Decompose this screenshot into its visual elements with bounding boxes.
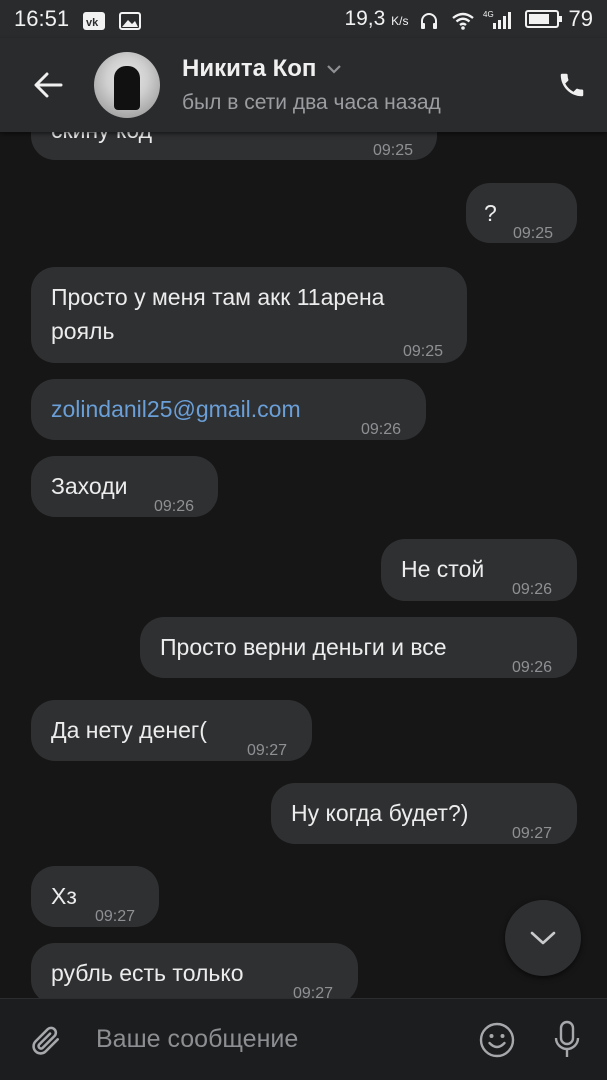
phone-icon <box>560 73 584 97</box>
message-text: Ну когда будет?) <box>291 800 469 826</box>
message-time: 09:27 <box>293 985 334 998</box>
svg-text:4G: 4G <box>483 10 494 19</box>
message-text: ? <box>484 200 497 226</box>
message-composer <box>0 998 607 1080</box>
message-incoming[interactable]: Да нету денег( 09:27 <box>31 700 312 761</box>
gallery-icon <box>119 10 142 30</box>
message-text: рубль есть только <box>51 960 244 986</box>
battery-fill <box>528 14 550 24</box>
message-time: 09:25 <box>373 142 414 159</box>
message-text: скину код <box>51 132 152 147</box>
message-text: Заходи <box>51 473 128 499</box>
chat-header: Никита Коп был в сети два часа назад <box>0 38 607 132</box>
message-incoming[interactable]: zolindanil25@gmail.com 09:26 <box>31 379 426 440</box>
wifi-icon <box>451 10 474 30</box>
contact-name: Никита Коп <box>182 55 317 82</box>
contact-title[interactable]: Никита Коп был в сети два часа назад <box>182 55 441 115</box>
smiley-icon <box>479 1022 515 1057</box>
voice-message-button[interactable] <box>527 999 607 1080</box>
message-outgoing[interactable]: Просто верни деньги и все 09:26 <box>140 617 577 678</box>
microphone-icon <box>554 1020 580 1057</box>
arrow-left-icon <box>34 72 63 98</box>
battery-icon <box>524 10 562 28</box>
message-time: 09:26 <box>361 421 402 438</box>
message-incoming[interactable]: Хз 09:27 <box>31 866 159 927</box>
message-incoming[interactable]: Просто у меня там акк 11арена рояль 09:2… <box>31 267 467 363</box>
message-time: 09:27 <box>247 742 288 759</box>
chevron-down-icon <box>530 931 556 945</box>
email-link[interactable]: zolindanil25@gmail.com <box>51 393 301 426</box>
message-incoming[interactable]: скину код 09:25 <box>31 132 437 160</box>
message-outgoing[interactable]: Не стой 09:26 <box>381 539 577 601</box>
chevron-down-icon <box>327 65 342 74</box>
headset-icon <box>419 10 441 29</box>
attach-button[interactable] <box>0 999 90 1080</box>
message-incoming[interactable]: Заходи 09:26 <box>31 456 218 517</box>
message-time: 09:27 <box>512 825 553 842</box>
message-text: Хз <box>51 883 77 909</box>
message-time: 09:26 <box>154 498 195 515</box>
message-text: Да нету денег( <box>51 717 207 743</box>
message-time: 09:25 <box>513 225 554 242</box>
message-list[interactable]: скину код 09:25 ? 09:25 Просто у меня та… <box>0 132 607 998</box>
message-time: 09:26 <box>512 581 553 598</box>
message-input[interactable] <box>96 1025 467 1054</box>
vk-icon: vk <box>83 10 106 30</box>
message-text: Не стой <box>401 556 485 582</box>
status-time: 16:51 <box>14 6 70 31</box>
battery-level: 79 <box>568 6 593 31</box>
message-outgoing[interactable]: ? 09:25 <box>466 183 577 243</box>
message-time: 09:27 <box>95 908 136 925</box>
status-bar: 16:51 vk 19,3 K/s 4G 79 <box>0 0 607 38</box>
emoji-button[interactable] <box>467 999 527 1080</box>
network-speed: 19,3 K/s <box>344 7 409 30</box>
message-text: рояль <box>51 318 115 344</box>
message-incoming[interactable]: рубль есть только 09:27 <box>31 943 358 998</box>
message-time: 09:26 <box>512 659 553 676</box>
message-text: Просто верни деньги и все <box>160 634 447 660</box>
call-button[interactable] <box>537 38 607 132</box>
paperclip-icon <box>32 1026 60 1055</box>
scroll-to-bottom-button[interactable] <box>505 900 581 976</box>
signal-icon: 4G <box>483 10 515 29</box>
message-text: Просто у меня там акк 11арена <box>51 284 385 310</box>
back-button[interactable] <box>0 38 96 132</box>
svg-text:vk: vk <box>86 17 99 29</box>
avatar[interactable] <box>94 52 160 118</box>
message-time: 09:25 <box>403 343 444 360</box>
contact-status: был в сети два часа назад <box>182 91 441 114</box>
message-outgoing[interactable]: Ну когда будет?) 09:27 <box>271 783 577 844</box>
